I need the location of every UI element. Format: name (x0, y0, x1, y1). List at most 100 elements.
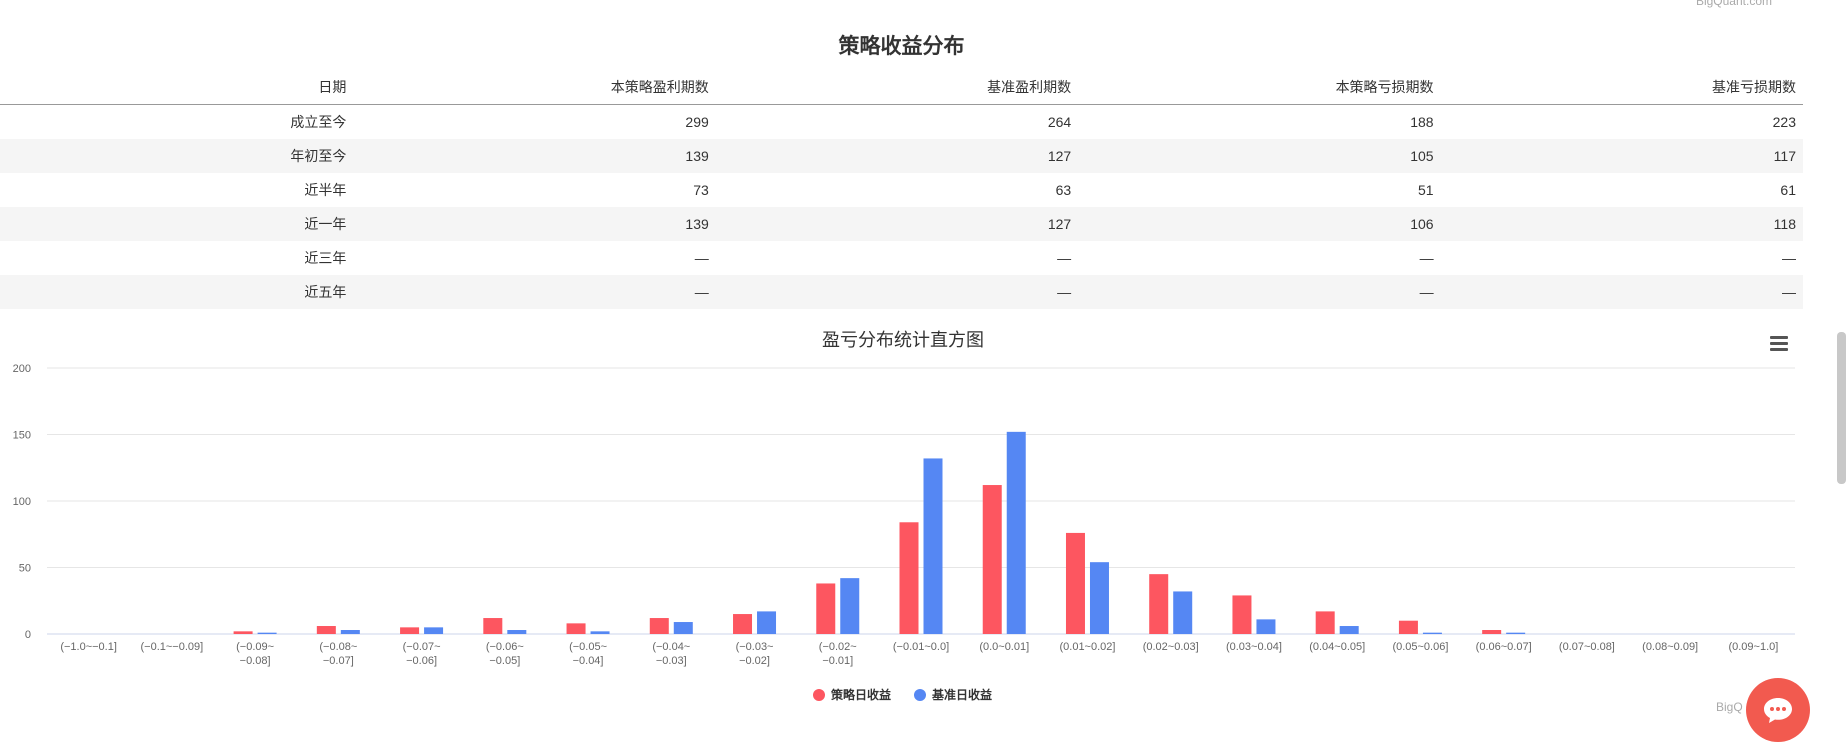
table-cell: 年初至今 (0, 139, 354, 173)
table-cell: 299 (685, 114, 709, 130)
x-tick-label: (0.08~0.09] (1642, 641, 1698, 653)
histogram-chart: 盈亏分布统计直方图 0 50 100 150 200 (−1.0~−0.1] (−0.1~−0… (13, 330, 1795, 702)
column-header-strategy-loss: 本策略亏损期数 (1078, 70, 1441, 105)
bar-benchmark (1256, 619, 1276, 634)
x-tick-label: (0.03~0.04] (1226, 641, 1282, 653)
x-tick-label: (−0.05~ −0.04] (569, 641, 607, 667)
table-cell: 139 (353, 207, 716, 241)
column-header-benchmark-profit: 基准盈利期数 (715, 70, 1079, 105)
returns-distribution-table: 日期 本策略盈利期数 基准盈利期数 本策略亏损期数 基准亏损期数 成立至今 29… (0, 70, 1803, 309)
table-cell: — (694, 250, 709, 266)
scrollbar-thumb[interactable] (1837, 332, 1846, 484)
x-tick-label: (0.06~0.07] (1476, 641, 1532, 653)
bar-benchmark (257, 632, 277, 634)
bar-strategy (1232, 595, 1252, 634)
x-tick-label: (−0.03~ −0.02] (736, 641, 774, 667)
chart-menu-icon[interactable] (1770, 336, 1788, 352)
legend-label: 策略日收益 (831, 687, 891, 702)
table-row: 近半年 73 63 51 61 (0, 173, 1803, 207)
bar-benchmark (673, 622, 693, 634)
table-row: 年初至今 139 127 105 117 (0, 139, 1803, 173)
y-tick-label: 100 (13, 496, 31, 508)
table-cell: 近五年 (0, 275, 354, 309)
table-cell: 成立至今 (290, 114, 347, 130)
bar-strategy (1315, 611, 1335, 634)
table-cell: 51 (1417, 182, 1434, 198)
x-tick-label: (−0.1~−0.09] (141, 641, 204, 653)
legend-label: 基准日收益 (931, 687, 992, 702)
bar-benchmark (1089, 562, 1109, 634)
table-cell: — (1078, 275, 1441, 309)
column-header-date: 日期 (0, 70, 354, 105)
x-tick-label: (0.04~0.05] (1309, 641, 1365, 653)
column-header-strategy-profit: 本策略盈利期数 (353, 70, 716, 105)
bar-strategy (733, 614, 753, 634)
chart-title: 盈亏分布统计直方图 (822, 330, 984, 350)
bar-benchmark (340, 630, 360, 634)
bar-benchmark (757, 611, 777, 634)
watermark-bottom: BigQ (1716, 700, 1743, 714)
bar-benchmark (507, 630, 527, 634)
histogram-chart-container: 盈亏分布统计直方图 0 50 100 150 200 (−1.0~−0.1] (−0.1~−0… (0, 320, 1806, 732)
x-tick-label: (−1.0~−0.1] (60, 641, 117, 653)
watermark-top: BigQuant.com (1695, 0, 1772, 8)
x-tick-label: (0.01~0.02] (1059, 641, 1115, 653)
table-cell: — (1419, 250, 1434, 266)
column-header-benchmark-loss: 基准亏损期数 (1440, 70, 1803, 105)
table-title: 策略收益分布 (838, 35, 965, 58)
y-tick-label: 150 (13, 430, 31, 442)
x-tick-label: (−0.09~ −0.08] (236, 641, 274, 667)
bar-strategy (649, 618, 669, 634)
bar-strategy (1482, 630, 1502, 634)
bar-strategy (899, 522, 919, 634)
legend-marker (813, 689, 825, 701)
bar-strategy (316, 626, 336, 634)
bar-strategy (566, 623, 586, 634)
table-cell: 近半年 (304, 182, 347, 198)
y-tick-label: 200 (13, 363, 31, 375)
table-cell: 188 (1410, 114, 1434, 130)
bar-strategy (1065, 532, 1085, 634)
table-cell: 139 (353, 139, 716, 173)
x-tick-label: (0.0~0.01] (979, 641, 1029, 653)
chat-button[interactable] (1746, 678, 1810, 742)
legend-marker (914, 689, 926, 701)
table-cell: 73 (693, 182, 709, 198)
bar-strategy (1398, 620, 1418, 634)
bar-strategy (483, 618, 503, 634)
x-tick-label: (−0.01~0.0] (893, 641, 949, 653)
table-cell: 106 (1078, 207, 1441, 241)
table-cell: — (715, 275, 1079, 309)
x-tick-label: (0.02~0.03] (1143, 641, 1199, 653)
table-cell: 127 (715, 139, 1079, 173)
table-cell: 127 (715, 207, 1079, 241)
bar-strategy (400, 627, 420, 634)
bar-benchmark (590, 631, 610, 634)
table-cell: 223 (1772, 114, 1796, 130)
bar-benchmark (840, 578, 860, 634)
x-tick-label: (−0.06~ −0.05] (486, 641, 524, 667)
x-tick-label: (−0.02~ −0.01] (819, 641, 857, 667)
bar-benchmark (1006, 431, 1026, 634)
table-cell: — (1057, 250, 1072, 266)
table-cell: 61 (1780, 182, 1796, 198)
table-cell: — (1782, 250, 1796, 266)
bar-strategy (816, 583, 836, 634)
x-tick-label: (0.05~0.06] (1392, 641, 1448, 653)
x-tick-label: (−0.07~ −0.06] (403, 641, 441, 667)
bar-benchmark (1339, 626, 1359, 634)
bar-strategy (233, 631, 253, 634)
table-cell: 105 (1078, 139, 1441, 173)
table-row: 成立至今 299 264 188 223 (0, 105, 1803, 140)
y-tick-label: 0 (25, 629, 31, 641)
y-tick-label: 50 (19, 563, 31, 575)
table-cell: 264 (1047, 114, 1072, 130)
table-header-row: 日期 本策略盈利期数 基准盈利期数 本策略亏损期数 基准亏损期数 (0, 70, 1803, 105)
bar-strategy (1149, 574, 1169, 634)
table-cell: 近一年 (0, 207, 354, 241)
chat-bubble-icon (1764, 698, 1792, 723)
table-row: 近三年 — — — — (0, 241, 1803, 275)
x-tick-label: (0.07~0.08] (1559, 641, 1615, 653)
table-cell: 近三年 (304, 250, 347, 266)
bar-benchmark (424, 627, 444, 634)
